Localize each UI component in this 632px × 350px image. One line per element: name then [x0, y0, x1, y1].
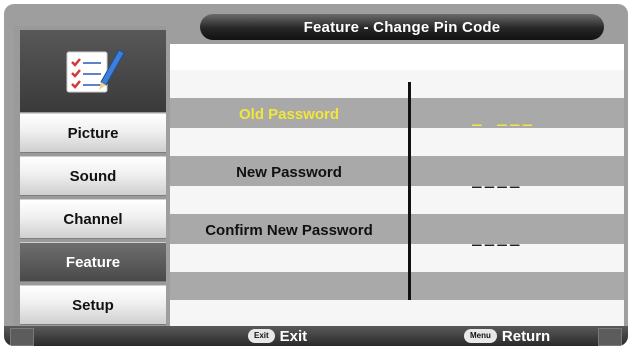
new-password-value: ____	[472, 168, 523, 188]
sidebar-item-label: Setup	[72, 296, 114, 314]
new-password-label-text: New Password	[236, 163, 342, 181]
sidebar-item-label: Picture	[67, 124, 119, 142]
sidebar-item-setup[interactable]: Setup	[20, 285, 166, 325]
confirm-password-value: ____	[472, 226, 523, 246]
checklist-pencil-icon	[66, 49, 125, 93]
confirm-password-field[interactable]: ____	[472, 222, 542, 250]
exit-hint[interactable]: Exit Exit	[248, 326, 307, 346]
row-stripe	[170, 244, 624, 272]
menu-title: Feature - Change Pin Code	[200, 14, 604, 40]
return-hint[interactable]: Menu Return	[464, 326, 550, 346]
column-divider	[408, 82, 411, 300]
exit-key-icon: Exit	[248, 329, 275, 343]
sidebar-item-label: Channel	[63, 210, 123, 228]
sidebar-item-feature[interactable]: Feature	[20, 242, 166, 282]
exit-hint-label: Exit	[279, 327, 308, 345]
change-pin-panel: Old Password _ ___ New Password ____ Con…	[170, 44, 624, 328]
sidebar: Picture Sound Channel Feature Setup	[14, 26, 166, 332]
new-password-label: New Password	[170, 158, 408, 186]
menu-key-icon: Menu	[464, 329, 497, 343]
feature-logo	[20, 30, 166, 112]
confirm-password-label-text: Confirm New Password	[205, 221, 373, 239]
menu-title-text: Feature - Change Pin Code	[303, 18, 501, 36]
old-password-label-text: Old Password	[238, 105, 340, 123]
row-stripe	[170, 70, 624, 98]
old-password-value: _ ___	[472, 106, 536, 126]
tv-menu-window: Feature - Change Pin Code Picture Sound …	[4, 4, 628, 346]
row-stripe	[170, 128, 624, 156]
sidebar-item-label: Sound	[69, 167, 117, 185]
row-stripe	[170, 186, 624, 214]
bar-cap-right	[598, 328, 622, 346]
sidebar-item-sound[interactable]: Sound	[20, 156, 166, 196]
new-password-field[interactable]: ____	[472, 164, 542, 192]
bar-cap-left	[10, 328, 34, 346]
old-password-label: Old Password	[170, 100, 408, 128]
return-hint-label: Return	[501, 327, 551, 345]
old-password-field[interactable]: _ ___	[472, 102, 542, 130]
row-stripe	[170, 272, 624, 300]
sidebar-item-picture[interactable]: Picture	[20, 113, 166, 153]
row-stripe	[170, 44, 624, 70]
row-stripe	[170, 300, 624, 328]
confirm-password-label: Confirm New Password	[170, 216, 408, 244]
sidebar-item-channel[interactable]: Channel	[20, 199, 166, 239]
bottom-hint-bar: Exit Exit Menu Return	[4, 326, 628, 346]
sidebar-item-label: Feature	[65, 253, 121, 271]
